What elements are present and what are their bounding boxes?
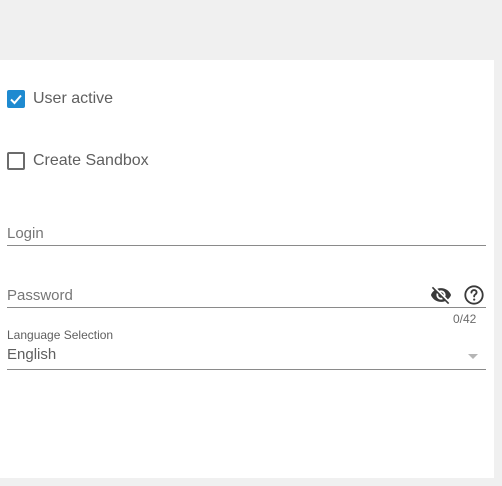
eye-off-icon[interactable] [430, 284, 452, 306]
user-active-checkbox-row[interactable]: User active [7, 90, 113, 108]
create-sandbox-label: Create Sandbox [33, 152, 149, 169]
login-input[interactable] [7, 221, 407, 245]
password-counter: 0/42 [453, 312, 477, 326]
password-input[interactable] [7, 283, 407, 307]
form-card: User active Create Sandbox Login Passwor… [0, 60, 494, 478]
create-sandbox-checkbox-row[interactable]: Create Sandbox [7, 152, 149, 170]
language-select-label: Language Selection [7, 328, 114, 342]
login-field[interactable]: Login [7, 220, 486, 246]
password-field[interactable]: Password [7, 282, 486, 308]
user-active-label: User active [33, 90, 114, 107]
user-active-checkbox[interactable] [7, 90, 25, 108]
checkmark-icon [10, 94, 22, 105]
chevron-down-icon[interactable] [468, 354, 478, 359]
create-sandbox-checkbox[interactable] [7, 152, 25, 170]
language-select-value: English [7, 346, 57, 363]
language-select[interactable]: Language Selection English [7, 328, 486, 370]
help-circle-icon[interactable] [463, 284, 485, 306]
